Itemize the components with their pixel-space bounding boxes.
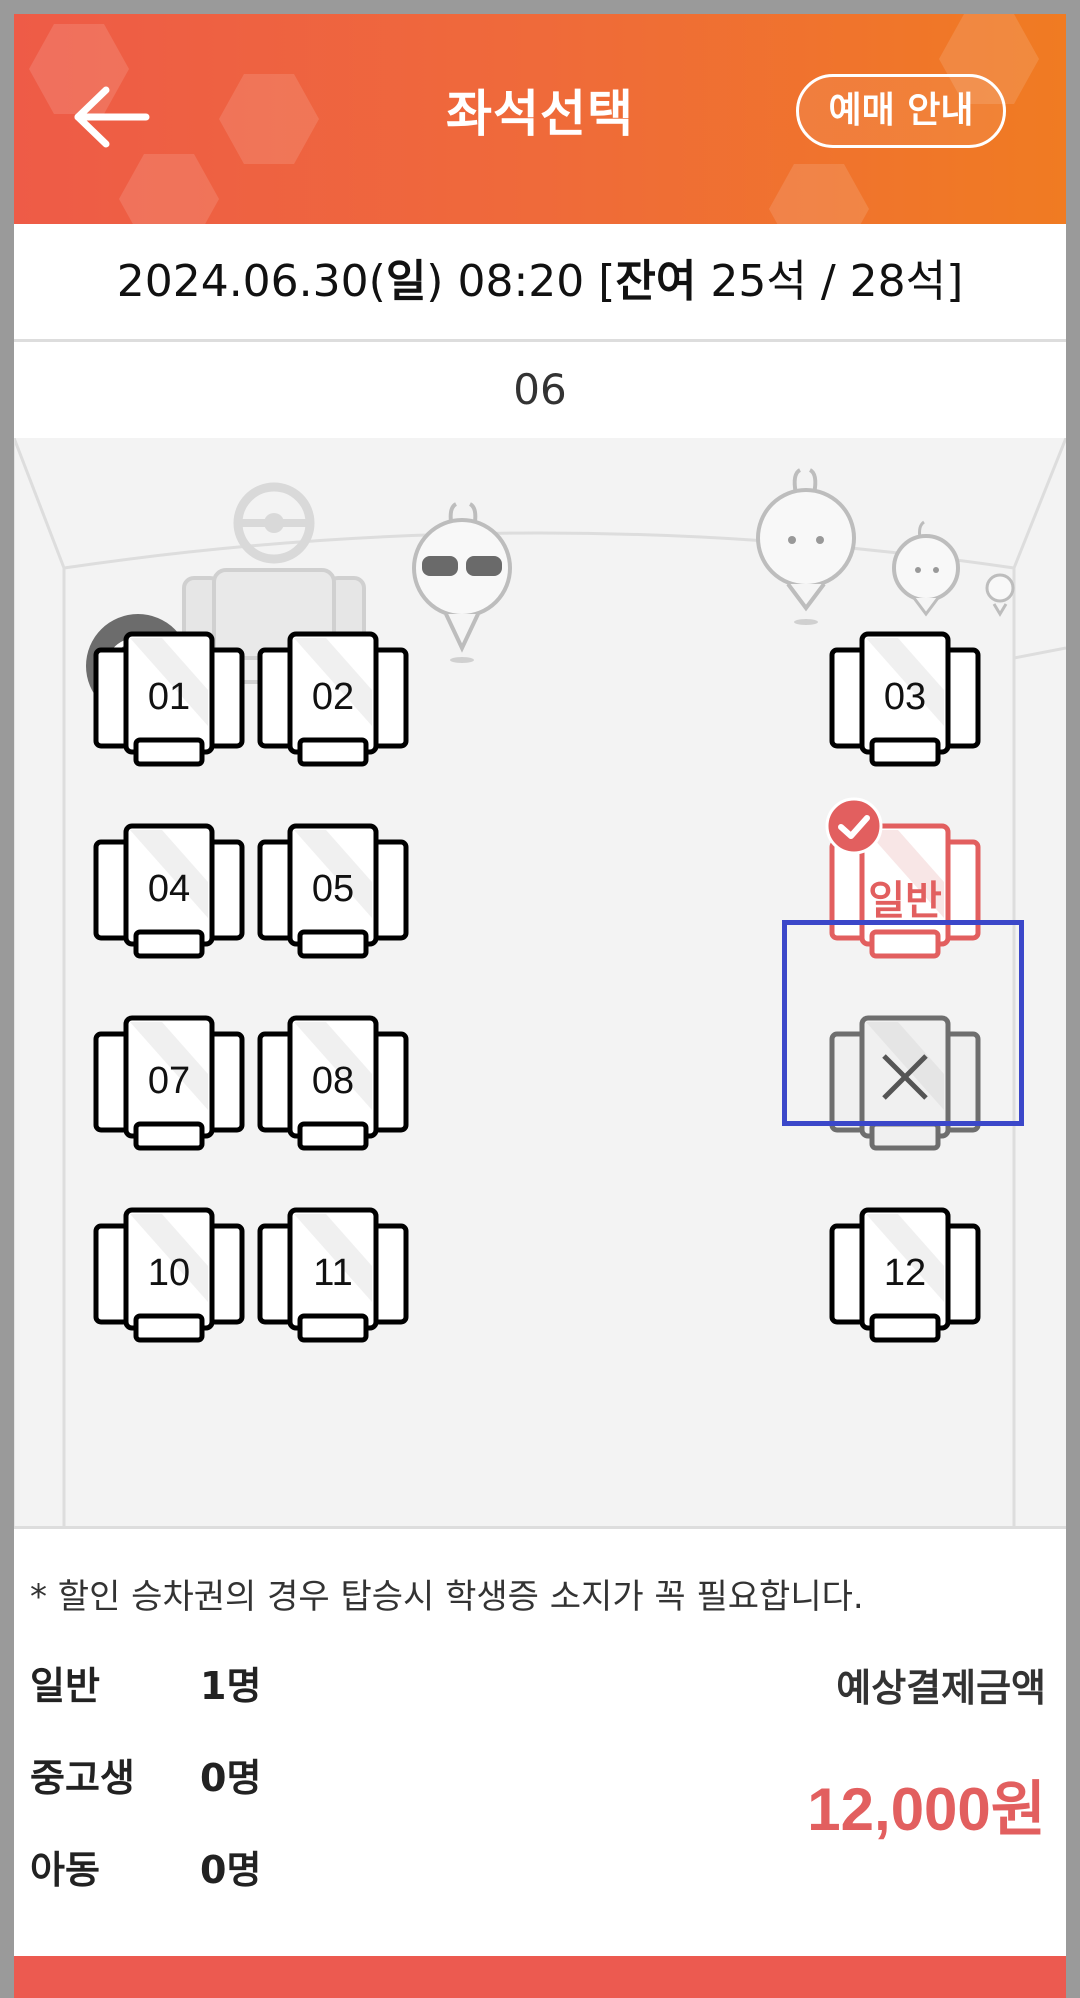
- bus-number: 06: [14, 342, 1066, 438]
- discount-notice: * 할인 승차권의 경우 탑승시 학생증 소지가 꼭 필요합니다.: [30, 1577, 864, 1617]
- student-count-row: 중고생 0명: [30, 1747, 261, 1802]
- mascot-driver-icon: [412, 502, 512, 663]
- child-count-row: 아동 0명: [30, 1839, 261, 1894]
- seat-08[interactable]: 08: [256, 1014, 410, 1154]
- seat-number: 12: [883, 1252, 927, 1294]
- trip-date: 2024.06.30(: [116, 256, 386, 307]
- booking-guide-button[interactable]: 예매 안내: [796, 74, 1006, 148]
- seat-07[interactable]: 07: [92, 1014, 246, 1154]
- child-label: 아동: [30, 1848, 100, 1892]
- mascot-family-icon: [756, 468, 1015, 625]
- seat-number: 07: [147, 1060, 191, 1102]
- trip-info-bar: 2024.06.30(일) 08:20 [잔여 25석 / 28석]: [14, 224, 1066, 342]
- bracket-close: ]: [946, 256, 964, 307]
- header: 좌석선택 예매 안내: [14, 14, 1066, 224]
- seat-number: 01: [147, 676, 191, 718]
- seat-03[interactable]: 03: [828, 630, 982, 770]
- adult-count: 1명: [200, 1664, 262, 1708]
- remain-label: 잔여: [615, 256, 697, 307]
- expected-payment-amount: 12,000원: [807, 1776, 1046, 1843]
- seat-number: 05: [311, 868, 355, 910]
- seat-number: 10: [147, 1252, 191, 1294]
- remain-seats: 25석: [696, 256, 807, 307]
- seat-map: 01 02 03 04 05 일반 07 08 10 11 12: [14, 438, 1066, 1526]
- seat-number: 08: [311, 1060, 355, 1102]
- seat-number: 11: [313, 1252, 353, 1294]
- student-label: 중고생: [30, 1756, 135, 1800]
- total-seats: 28석: [849, 256, 947, 307]
- seat-04[interactable]: 04: [92, 822, 246, 962]
- check-icon: [825, 797, 883, 855]
- app-frame: 좌석선택 예매 안내 2024.06.30(일) 08:20 [잔여 25석 /…: [14, 14, 1066, 1998]
- child-count: 0명: [200, 1848, 262, 1892]
- seat-number: 02: [311, 676, 355, 718]
- adult-label: 일반: [30, 1664, 100, 1708]
- student-count: 0명: [200, 1756, 262, 1800]
- seat-separator: /: [806, 256, 850, 307]
- seat-01[interactable]: 01: [92, 630, 246, 770]
- selected-seat-highlight: [782, 920, 1024, 1126]
- seat-11[interactable]: 11: [256, 1206, 410, 1346]
- expected-payment-label: 예상결제금액: [836, 1666, 1046, 1710]
- seat-10[interactable]: 10: [92, 1206, 246, 1346]
- adult-count-row: 일반 1명: [30, 1655, 261, 1710]
- seat-label: 일반: [868, 878, 942, 924]
- seat-12[interactable]: 12: [828, 1206, 982, 1346]
- next-action-bar[interactable]: [14, 1956, 1066, 1998]
- summary-footer: * 할인 승차권의 경우 탑승시 학생증 소지가 꼭 필요합니다. 일반 1명 중…: [14, 1526, 1066, 1956]
- trip-time: ) 08:20 [: [426, 256, 616, 307]
- trip-weekday: 일: [385, 256, 427, 307]
- seat-05[interactable]: 05: [256, 822, 410, 962]
- seat-number: 03: [883, 676, 927, 718]
- seat-number: 04: [147, 868, 191, 910]
- seat-02[interactable]: 02: [256, 630, 410, 770]
